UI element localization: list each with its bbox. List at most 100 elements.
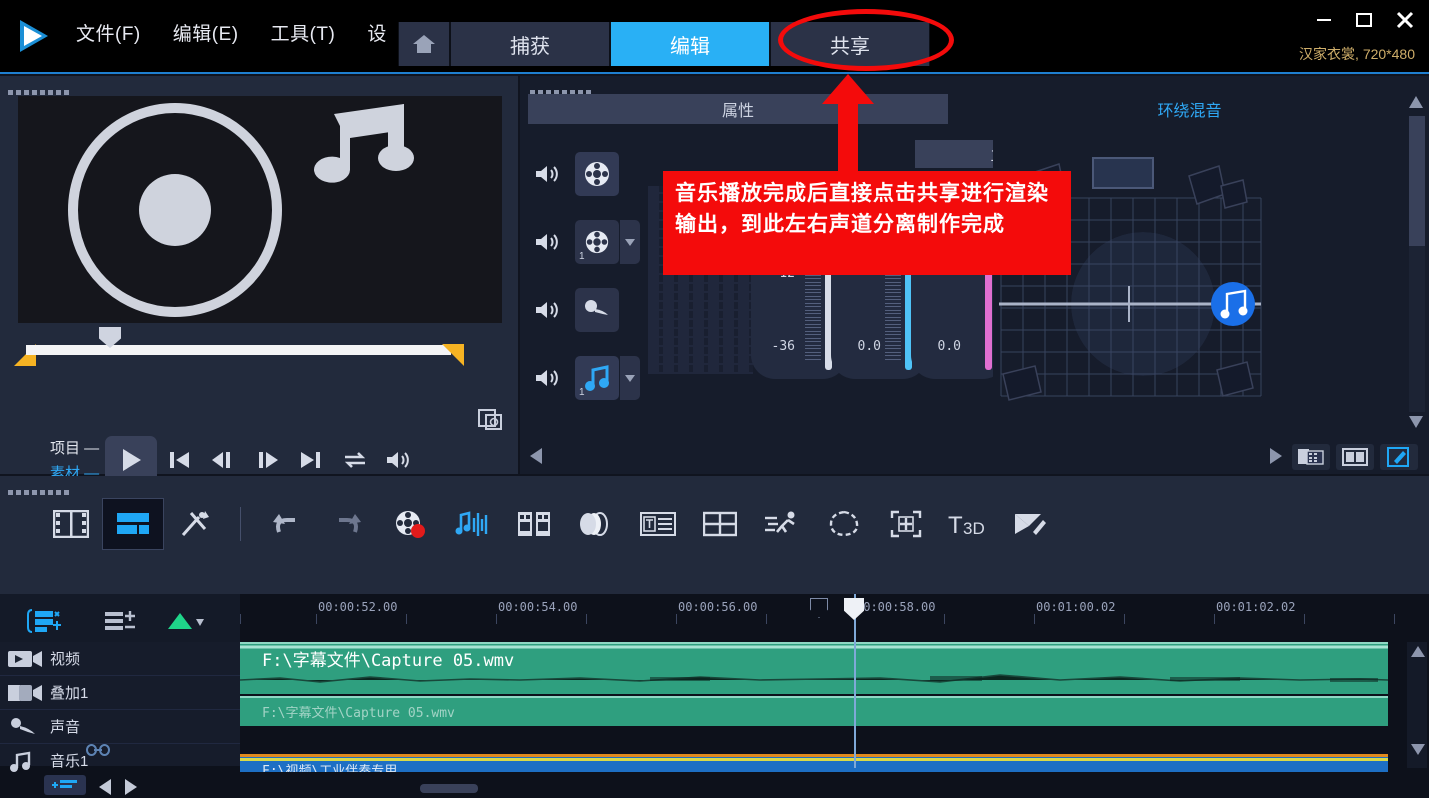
speaker-icon[interactable] — [534, 163, 568, 185]
trim-end-marker[interactable] — [442, 344, 464, 366]
audio-mix-tool[interactable] — [441, 498, 503, 550]
mixer-track-column: 1 1 — [534, 140, 644, 412]
scroll-left-arrow-icon[interactable] — [530, 448, 542, 464]
mix-tools-tool[interactable] — [164, 498, 226, 550]
undo-tool[interactable] — [255, 498, 317, 550]
speaker-icon[interactable] — [534, 231, 568, 253]
tab-share[interactable]: 共享 — [770, 22, 930, 66]
timeline-scroll-up-arrow[interactable] — [1411, 646, 1425, 657]
preview-mode-project[interactable]: 项目 — — [50, 437, 99, 458]
microphone-icon — [585, 300, 608, 315]
menu-settings[interactable]: 设 — [367, 19, 389, 46]
annotation-arrow-stem — [838, 100, 858, 175]
add-track-footer-button[interactable] — [44, 775, 86, 795]
scroll-right-arrow-icon[interactable] — [1270, 448, 1282, 464]
track-header-overlay[interactable]: 叠加1 — [0, 676, 240, 710]
minimize-icon[interactable] — [1315, 11, 1333, 29]
timeline-tracks-area[interactable]: F:\字幕文件\Capture 05.wmv F:\字幕文件\Capture 0… — [240, 642, 1400, 782]
title-3d-tool[interactable]: T 3D — [937, 498, 999, 550]
batch-convert-tool[interactable] — [503, 498, 565, 550]
track-header-video[interactable]: 视频 — [0, 642, 240, 676]
redo-tool[interactable] — [317, 498, 379, 550]
panel-scroll-up-arrow[interactable] — [1409, 96, 1423, 108]
film-reel-icon — [585, 162, 609, 186]
preview-scrub-bar[interactable] — [14, 327, 474, 371]
ruler-label: 00:01:00.02 — [1036, 600, 1116, 614]
add-track-button[interactable] — [98, 606, 142, 636]
multi-camera-tool[interactable] — [689, 498, 751, 550]
window-controls — [1315, 10, 1415, 30]
microphone-icon — [0, 716, 50, 738]
main-tab-bar: 捕获 编辑 共享 — [398, 22, 930, 66]
track-manager-button[interactable] — [22, 606, 66, 636]
enlarge-window-icon[interactable] — [478, 406, 504, 432]
menu-bar: 文件(F) 编辑(E) 工具(T) 设 — [76, 19, 389, 46]
track-header-voice[interactable]: 声音 — [0, 710, 240, 744]
menu-tools[interactable]: 工具(T) — [271, 19, 336, 46]
ruler-label: 00:00:58.00 — [856, 600, 936, 614]
prev-arrow-icon[interactable] — [98, 778, 112, 796]
panel-drag-handle[interactable] — [8, 82, 74, 95]
track-label: 音乐1 — [50, 753, 89, 770]
editor-toolbar: T 3D — [0, 476, 1429, 594]
split-view-button[interactable] — [1336, 444, 1374, 470]
mixer-track-row: 1 — [534, 208, 644, 276]
track-number: 1 — [579, 387, 585, 398]
tab-surround-mix[interactable]: 环绕混音 — [958, 94, 1421, 124]
home-icon — [412, 33, 436, 55]
preview-screen[interactable] — [18, 96, 502, 323]
timeline-footer — [0, 772, 1429, 798]
tab-properties[interactable]: 属性 — [528, 94, 948, 124]
clip-label: F:\字幕文件\Capture 05.wmv — [262, 706, 455, 721]
tab-home[interactable] — [398, 22, 450, 66]
tab-capture[interactable]: 捕获 — [450, 22, 610, 66]
voice-track-icon[interactable] — [575, 288, 619, 332]
timeline-view-tool[interactable] — [102, 498, 164, 550]
film-reel-icon — [585, 230, 609, 254]
music-note-icon — [585, 365, 609, 391]
app-logo-icon — [14, 16, 52, 56]
speed-tool[interactable] — [751, 498, 813, 550]
title-tool[interactable] — [627, 498, 689, 550]
meter-label: -36 — [771, 339, 795, 354]
panel-scroll-down-arrow[interactable] — [1409, 416, 1423, 428]
music-track-icon[interactable]: 1 — [575, 356, 619, 400]
video-clip[interactable]: F:\字幕文件\Capture 05.wmv — [240, 642, 1388, 694]
menu-file[interactable]: 文件(F) — [76, 19, 141, 46]
chevron-down-icon[interactable] — [620, 220, 640, 264]
audio-mixer-panel: 属性 环绕混音 1 1 -36 0.0 0.0 — [520, 74, 1429, 474]
link-clips-icon[interactable] — [86, 742, 110, 758]
panel-scroll-thumb[interactable] — [1409, 116, 1425, 246]
mixer-track-row — [534, 140, 644, 208]
chapter-marker-button[interactable] — [164, 606, 208, 636]
overlay-clip[interactable]: F:\字幕文件\Capture 05.wmv — [240, 696, 1388, 726]
speaker-icon[interactable] — [534, 299, 568, 321]
video-track-icon[interactable] — [575, 152, 619, 196]
tab-edit[interactable]: 编辑 — [610, 22, 770, 66]
chevron-down-icon[interactable] — [620, 356, 640, 400]
panel-vertical-scrollbar[interactable] — [1409, 116, 1425, 412]
storyboard-view-button[interactable] — [1292, 444, 1330, 470]
multi-trim-tool[interactable] — [565, 498, 627, 550]
mixer-track-row — [534, 276, 644, 344]
paint-tool[interactable] — [999, 498, 1061, 550]
scrub-track[interactable] — [26, 345, 451, 355]
mixer-tab-bar: 属性 环绕混音 — [528, 94, 1421, 124]
edit-view-button[interactable] — [1380, 444, 1418, 470]
next-arrow-icon[interactable] — [124, 778, 138, 796]
timeline-scroll-down-arrow[interactable] — [1411, 744, 1425, 755]
track-label: 视频 — [50, 651, 81, 668]
titlebar-divider — [0, 72, 1429, 74]
speaker-icon[interactable] — [534, 367, 568, 389]
track-motion-tool[interactable] — [875, 498, 937, 550]
timeline-horizontal-scrollbar[interactable] — [420, 784, 478, 793]
close-icon[interactable] — [1395, 10, 1415, 30]
application-window: 文件(F) 编辑(E) 工具(T) 设 捕获 编辑 共享 汉家衣裳, 720*4… — [0, 0, 1429, 798]
menu-edit[interactable]: 编辑(E) — [173, 19, 239, 46]
storyboard-view-tool[interactable] — [40, 498, 102, 550]
mask-tool[interactable] — [813, 498, 875, 550]
record-capture-tool[interactable] — [379, 498, 441, 550]
timeline-ruler[interactable]: 00:00:52.00 00:00:54.00 00:00:56.00 00:0… — [240, 594, 1429, 624]
overlay-track-icon[interactable]: 1 — [575, 220, 619, 264]
maximize-icon[interactable] — [1355, 11, 1373, 29]
